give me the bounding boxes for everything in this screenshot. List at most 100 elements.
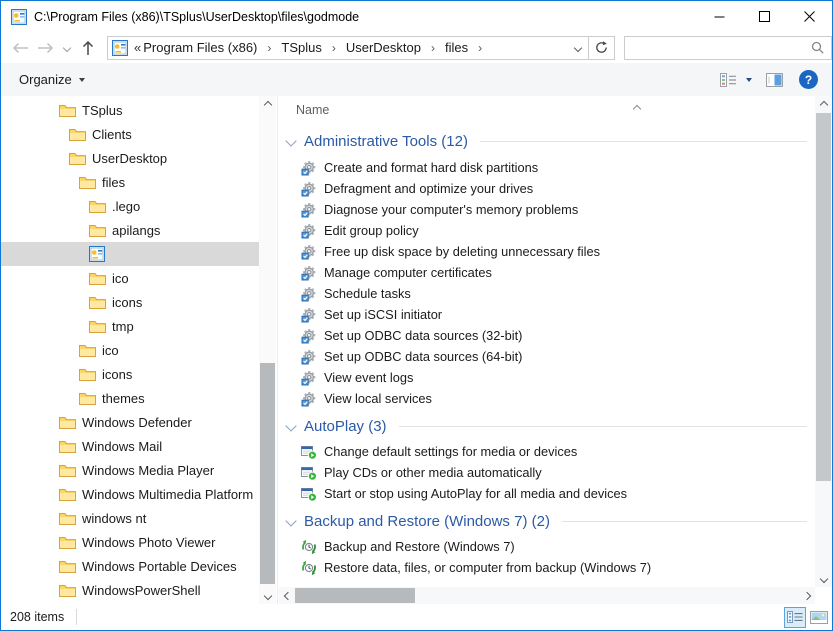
control-panel-item[interactable]: Edit group policy bbox=[279, 220, 815, 241]
control-panel-item[interactable]: Set up iSCSI initiator bbox=[279, 304, 815, 325]
panel-divider[interactable] bbox=[277, 96, 278, 604]
breadcrumb-separator[interactable]: › bbox=[324, 41, 344, 55]
tree-item[interactable]: Windows Media Player bbox=[1, 458, 259, 482]
control-panel-icon bbox=[11, 9, 27, 25]
horizontal-scrollbar-thumb[interactable] bbox=[295, 588, 415, 603]
admin-tool-icon bbox=[301, 286, 317, 302]
tree-item[interactable]: apilangs bbox=[1, 218, 259, 242]
control-panel-item[interactable]: Schedule tasks bbox=[279, 283, 815, 304]
main-scrollbar-thumb[interactable] bbox=[816, 113, 831, 481]
folder-icon bbox=[79, 392, 96, 405]
tree-item[interactable]: UserDesktop bbox=[1, 146, 259, 170]
tree-scrollbar-thumb[interactable] bbox=[260, 363, 275, 584]
tree-item[interactable]: windows nt bbox=[1, 506, 259, 530]
search-box bbox=[624, 36, 832, 60]
breadcrumb-separator[interactable]: › bbox=[423, 41, 443, 55]
chevron-down-icon bbox=[819, 574, 827, 582]
tree-item[interactable]: themes bbox=[1, 386, 259, 410]
collapse-chevron-icon[interactable] bbox=[285, 420, 296, 431]
tree-item[interactable]: icons bbox=[1, 362, 259, 386]
tree-item[interactable]: ico bbox=[1, 338, 259, 362]
control-panel-item[interactable]: Diagnose your computer's memory problems bbox=[279, 199, 815, 220]
tree-item[interactable]: Windows Portable Devices bbox=[1, 554, 259, 578]
main-horizontal-scrollbar[interactable] bbox=[279, 587, 815, 604]
help-button[interactable]: ? bbox=[799, 70, 818, 89]
control-panel-item[interactable]: Set up ODBC data sources (64-bit) bbox=[279, 346, 815, 367]
tree-item[interactable]: .lego bbox=[1, 194, 259, 218]
control-panel-item[interactable]: Defragment and optimize your drives bbox=[279, 178, 815, 199]
tree-item[interactable]: TSplus bbox=[1, 98, 259, 122]
tree-item[interactable]: files bbox=[1, 170, 259, 194]
control-panel-item[interactable]: Free up disk space by deleting unnecessa… bbox=[279, 241, 815, 262]
breadcrumb-separator[interactable]: › bbox=[259, 41, 279, 55]
tree-item[interactable]: Windows Photo Viewer bbox=[1, 530, 259, 554]
control-panel-item[interactable]: Set up ODBC data sources (32-bit) bbox=[279, 325, 815, 346]
up-button[interactable] bbox=[75, 36, 101, 60]
tree-item-selected[interactable] bbox=[1, 242, 259, 266]
tree-item[interactable]: Windows Defender bbox=[1, 410, 259, 434]
breadcrumb-item[interactable]: UserDesktop bbox=[344, 40, 423, 55]
search-input[interactable] bbox=[631, 38, 811, 58]
chevron-right-icon bbox=[802, 591, 810, 599]
address-dropdown-button[interactable] bbox=[575, 45, 581, 51]
close-button[interactable] bbox=[787, 1, 832, 32]
collapse-chevron-icon[interactable] bbox=[285, 515, 296, 526]
breadcrumb-separator[interactable]: › bbox=[470, 41, 490, 55]
tree-item-label: Windows Multimedia Platform bbox=[82, 487, 253, 502]
control-panel-item[interactable]: Change default settings for media or dev… bbox=[279, 441, 815, 462]
tree-item[interactable]: tmp bbox=[1, 314, 259, 338]
back-button[interactable] bbox=[7, 36, 33, 60]
tree-item[interactable]: Windows Multimedia Platform bbox=[1, 482, 259, 506]
address-bar[interactable]: « Program Files (x86)›TSplus›UserDesktop… bbox=[107, 36, 589, 60]
tree-item-label: .lego bbox=[112, 199, 140, 214]
sort-ascending-icon[interactable] bbox=[634, 99, 640, 117]
maximize-button[interactable] bbox=[742, 1, 787, 32]
icons-view-button[interactable] bbox=[808, 607, 830, 628]
control-panel-item[interactable]: View event logs bbox=[279, 367, 815, 388]
minimize-button[interactable] bbox=[697, 1, 742, 32]
preview-pane-button[interactable] bbox=[766, 73, 783, 87]
scroll-down-button[interactable] bbox=[815, 570, 832, 587]
group-header[interactable]: AutoPlay (3) bbox=[279, 413, 815, 439]
control-panel-item[interactable]: Play CDs or other media automatically bbox=[279, 462, 815, 483]
main-vertical-scrollbar[interactable] bbox=[815, 96, 832, 587]
collapse-chevron-icon[interactable] bbox=[285, 135, 296, 146]
folder-icon bbox=[89, 320, 106, 333]
recent-locations-button[interactable] bbox=[59, 36, 75, 60]
name-column-header[interactable]: Name bbox=[296, 103, 329, 117]
control-panel-item[interactable]: Backup and Restore (Windows 7) bbox=[279, 536, 815, 557]
control-panel-item[interactable]: View local services bbox=[279, 388, 815, 409]
tree-item[interactable]: Clients bbox=[1, 122, 259, 146]
search-icon[interactable] bbox=[811, 41, 824, 54]
group-header[interactable]: Administrative Tools (12) bbox=[279, 128, 815, 154]
breadcrumb-item[interactable]: files bbox=[443, 40, 470, 55]
scroll-down-button[interactable] bbox=[259, 587, 276, 604]
scroll-up-button[interactable] bbox=[259, 96, 276, 113]
tree-item[interactable]: icons bbox=[1, 290, 259, 314]
admin-tool-icon bbox=[301, 160, 317, 176]
scroll-left-button[interactable] bbox=[279, 587, 296, 604]
tree-item[interactable]: WindowsPowerShell bbox=[1, 578, 259, 602]
control-panel-item[interactable]: Start or stop using AutoPlay for all med… bbox=[279, 483, 815, 504]
tree-scrollbar[interactable] bbox=[259, 96, 276, 604]
breadcrumb-item[interactable]: Program Files (x86) bbox=[141, 40, 259, 55]
forward-button[interactable] bbox=[33, 36, 59, 60]
tree-item-label: TSplus bbox=[82, 103, 122, 118]
tree-item[interactable]: Windows Mail bbox=[1, 434, 259, 458]
breadcrumb-overflow[interactable]: « bbox=[134, 40, 141, 55]
control-panel-item[interactable]: Restore data, files, or computer from ba… bbox=[279, 557, 815, 578]
breadcrumb-item[interactable]: TSplus bbox=[279, 40, 323, 55]
control-panel-item[interactable]: Create and format hard disk partitions bbox=[279, 157, 815, 178]
organize-button[interactable]: Organize bbox=[19, 72, 85, 87]
group-header[interactable]: Backup and Restore (Windows 7) (2) bbox=[279, 508, 815, 534]
layout-button[interactable] bbox=[720, 73, 752, 87]
items-count: 208 items bbox=[10, 610, 64, 624]
control-panel-item[interactable]: Manage computer certificates bbox=[279, 262, 815, 283]
scroll-up-button[interactable] bbox=[815, 96, 832, 113]
details-view-button[interactable] bbox=[784, 607, 806, 628]
group-rule bbox=[562, 521, 807, 522]
tree-item[interactable]: ico bbox=[1, 266, 259, 290]
refresh-button[interactable] bbox=[588, 36, 615, 60]
scroll-right-button[interactable] bbox=[798, 587, 815, 604]
item-label: Set up ODBC data sources (32-bit) bbox=[324, 328, 522, 343]
